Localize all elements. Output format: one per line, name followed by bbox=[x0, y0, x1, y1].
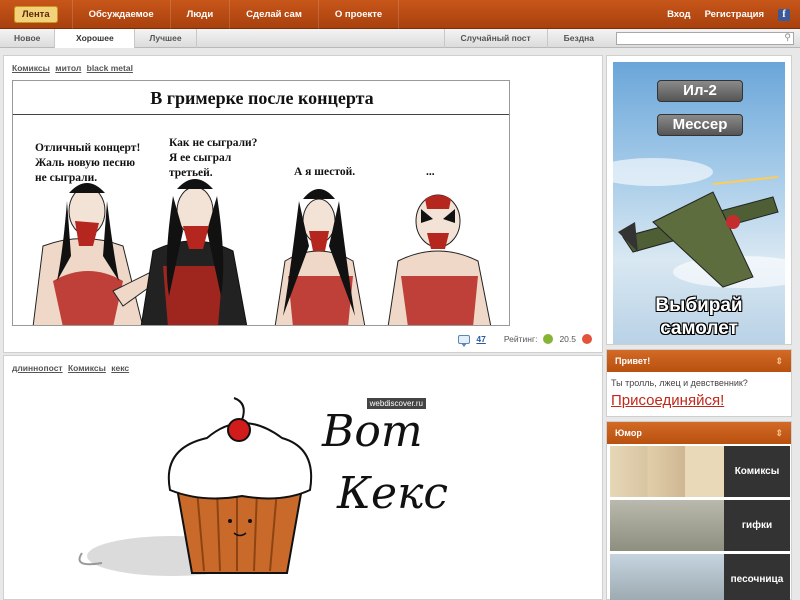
nav-diy[interactable]: Сделай сам bbox=[230, 0, 319, 29]
tag-link[interactable]: кекс bbox=[111, 363, 129, 373]
category-tile-comics[interactable]: Комиксы bbox=[610, 446, 790, 497]
sort-tabs: Новое Хорошее Лучшее bbox=[0, 29, 197, 48]
comment-icon[interactable] bbox=[458, 334, 471, 347]
comic-image[interactable]: В гримерке после концерта Отличный конце… bbox=[12, 80, 510, 326]
abyss-link[interactable]: Бездна bbox=[546, 29, 610, 48]
rating-label: Рейтинг: bbox=[503, 334, 538, 344]
humor-widget: Юмор ⇕ Комиксы гифки песочница bbox=[606, 421, 792, 600]
category-tiles: Комиксы гифки песочница bbox=[610, 446, 790, 600]
register-link[interactable]: Регистрация bbox=[705, 9, 764, 20]
widget-header: Привет! ⇕ bbox=[607, 350, 791, 372]
top-bar: Лента Обсуждаемое Люди Сделай сам О прое… bbox=[0, 0, 800, 29]
ad-caption: Выбирай самолет bbox=[655, 295, 743, 339]
category-tile-gifs[interactable]: гифки bbox=[610, 500, 790, 551]
comic-figures bbox=[32, 179, 492, 325]
musician-figure bbox=[32, 183, 159, 325]
search-icon[interactable]: ⚲ bbox=[784, 32, 791, 43]
post: длиннопост Комиксы кекс webdiscover.ru В… bbox=[3, 355, 603, 600]
post-footer: 47 Рейтинг: 20.5 bbox=[458, 334, 592, 347]
join-link[interactable]: Присоединяйся! bbox=[607, 388, 791, 409]
sidebar: Ил-2 Мессер Выбирай самолет Привет! ⇕ Ты… bbox=[606, 52, 792, 600]
rate-down-icon[interactable] bbox=[582, 334, 592, 344]
nav-about[interactable]: О проекте bbox=[319, 0, 400, 29]
feed: Комиксы митол black metal В гримерке пос… bbox=[3, 52, 603, 600]
hello-widget: Привет! ⇕ Ты тролль, лжец и девственник?… bbox=[606, 349, 792, 417]
tab-good[interactable]: Хорошее bbox=[55, 29, 136, 48]
widget-header: Юмор ⇕ bbox=[607, 422, 791, 444]
post-tags: Комиксы митол black metal bbox=[12, 63, 136, 73]
sub-bar: Новое Хорошее Лучшее Случайный пост Безд… bbox=[0, 29, 800, 48]
ad-image[interactable]: Ил-2 Мессер Выбирай самолет bbox=[613, 62, 785, 344]
musician-figure bbox=[140, 179, 248, 325]
widget-title: Привет! bbox=[615, 356, 651, 366]
category-tile-sandbox[interactable]: песочница bbox=[610, 554, 790, 600]
nav-people[interactable]: Люди bbox=[171, 0, 231, 29]
cupcake-wrapper bbox=[175, 487, 304, 574]
comic-image[interactable]: webdiscover.ru Вот Кекс bbox=[12, 378, 512, 600]
ad-banner[interactable]: Ил-2 Мессер Выбирай самолет bbox=[606, 55, 792, 345]
tag-link[interactable]: Комиксы bbox=[12, 63, 50, 73]
random-post-link[interactable]: Случайный пост bbox=[443, 29, 547, 48]
tile-label: песочница bbox=[724, 554, 790, 600]
nav-feed[interactable]: Лента bbox=[0, 0, 73, 29]
widget-title: Юмор bbox=[615, 428, 642, 438]
tile-label: Комиксы bbox=[724, 446, 790, 497]
comment-count[interactable]: 47 bbox=[476, 334, 485, 344]
sub-right: Случайный пост Бездна ⚲ bbox=[443, 29, 800, 48]
cherry bbox=[227, 418, 251, 442]
search-input[interactable]: ⚲ bbox=[616, 32, 794, 45]
tile-thumbnail bbox=[610, 500, 724, 551]
nav-discussed[interactable]: Обсуждаемое bbox=[73, 0, 171, 29]
login-link[interactable]: Вход bbox=[667, 9, 691, 20]
tile-label: гифки bbox=[724, 500, 790, 551]
post-tags: длиннопост Комиксы кекс bbox=[12, 363, 132, 373]
main-nav: Лента Обсуждаемое Люди Сделай сам О прое… bbox=[0, 0, 400, 29]
facebook-icon[interactable]: f bbox=[778, 8, 790, 21]
collapse-icon[interactable]: ⇕ bbox=[775, 422, 783, 444]
rating-value: 20.5 bbox=[559, 334, 576, 344]
tile-thumbnail bbox=[610, 554, 724, 600]
widget-text: Ты тролль, лжец и девственник? bbox=[611, 378, 748, 388]
tab-new[interactable]: Новое bbox=[0, 29, 56, 48]
nav-feed-label: Лента bbox=[14, 6, 58, 23]
tile-thumbnail bbox=[610, 446, 724, 497]
tag-link[interactable]: длиннопост bbox=[12, 363, 63, 373]
musician-figure bbox=[387, 194, 492, 325]
auth-links: Вход Регистрация f bbox=[667, 0, 790, 29]
tab-best[interactable]: Лучшее bbox=[135, 29, 197, 48]
collapse-icon[interactable]: ⇕ bbox=[775, 350, 783, 372]
tag-link[interactable]: black metal bbox=[87, 63, 133, 73]
tag-link[interactable]: митол bbox=[55, 63, 81, 73]
post: Комиксы митол black metal В гримерке пос… bbox=[3, 55, 603, 353]
musician-figure bbox=[274, 189, 366, 325]
tag-link[interactable]: Комиксы bbox=[68, 363, 106, 373]
cupcake-drawing bbox=[78, 397, 313, 576]
rate-up-icon[interactable] bbox=[543, 334, 554, 344]
